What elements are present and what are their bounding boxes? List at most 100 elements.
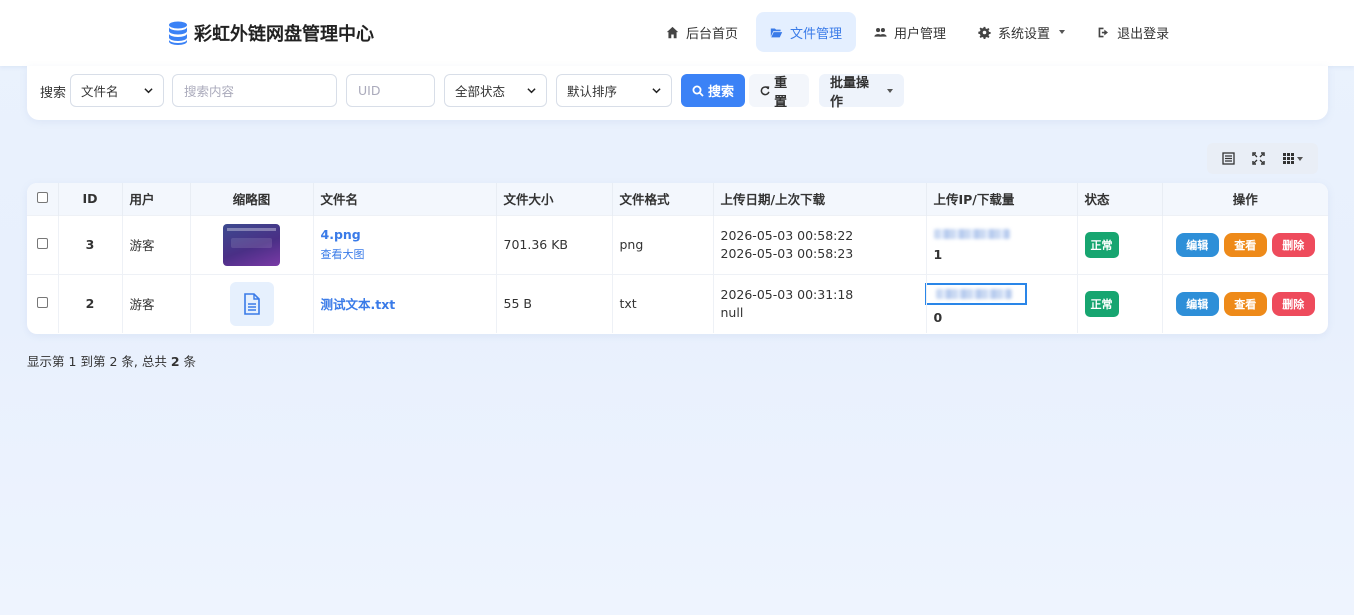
top-navbar: 彩虹外链网盘管理中心 后台首页 文件管理 用户管理 系统设置 退出登录 [0,0,1354,66]
toggle-list-view-button[interactable] [1215,146,1241,172]
nav-item-label: 后台首页 [686,26,739,42]
pagination-text: 条 [183,354,197,369]
status-select[interactable]: 全部状态 [444,74,547,107]
row-status: 正常 [1077,214,1163,274]
search-button[interactable]: 搜索 [681,74,745,107]
row-ip: 1 [926,214,1078,274]
header-id[interactable]: ID [58,183,123,215]
input-placeholder: UID [358,83,381,98]
brand[interactable]: 彩虹外链网盘管理中心 [168,20,374,46]
header-status[interactable]: 状态 [1077,183,1163,215]
row-name: 4.png 查看大图 [313,214,497,274]
pagination-text: 显示第 [27,354,65,369]
select-value: 默认排序 [567,84,618,99]
status-badge: 正常 [1084,290,1119,317]
view-button[interactable]: 查看 [1223,232,1267,257]
row-user: 游客 [122,214,191,274]
select-all-header [27,183,59,215]
blurred-ip [933,229,1010,239]
pagination-total: 2 [170,354,180,369]
chevron-down-icon [527,88,536,94]
header-size[interactable]: 文件大小 [496,183,613,215]
header-name[interactable]: 文件名 [313,183,497,215]
nav-item-users[interactable]: 用户管理 [860,12,960,52]
header-ip[interactable]: 上传IP/下载量 [926,183,1078,215]
search-keyword-input[interactable]: 搜索内容 [172,74,337,107]
view-button[interactable]: 查看 [1223,291,1267,316]
row-ops: 编辑 查看 删除 [1162,214,1328,274]
image-thumbnail[interactable] [223,223,280,266]
row-user: 游客 [122,273,191,333]
row-checkbox[interactable] [36,238,48,249]
row-format: png [612,214,714,274]
last-download-date: null [720,304,744,320]
nav-item-label: 系统设置 [998,26,1051,42]
row-thumb [190,273,314,333]
edit-button[interactable]: 编辑 [1175,291,1219,316]
header-thumb[interactable]: 缩略图 [190,183,314,215]
file-thumbnail[interactable] [229,281,274,326]
nav-item-settings[interactable]: 系统设置 [964,12,1079,52]
status-badge: 正常 [1084,231,1119,258]
table-toolbar [1207,143,1318,174]
file-name-link[interactable]: 4.png [321,227,489,242]
header-dates[interactable]: 上传日期/上次下载 [713,183,927,215]
row-size: 701.36 KB [496,214,613,274]
button-label: 搜索 [708,85,735,100]
row-id: 2 [58,273,123,333]
file-name-link[interactable]: 测试文本.txt [321,294,489,313]
row-checkbox[interactable] [36,297,48,309]
input-placeholder: 搜索内容 [184,84,235,99]
ip-focus-box[interactable] [924,282,1027,305]
search-panel: 搜索 文件名 搜索内容 UID 全部状态 默认排序 搜索 重置 批量操作 [27,66,1328,120]
nav-item-files[interactable]: 文件管理 [756,12,857,52]
home-icon [666,26,679,38]
last-download-date: 2026-05-03 00:58:23 [720,245,854,261]
search-field-select[interactable]: 文件名 [70,74,164,107]
select-value: 全部状态 [455,84,506,99]
delete-button[interactable]: 删除 [1271,291,1315,316]
table-row: 2 游客 测试文本.txt 55 B txt 2026-05-03 00:31:… [27,273,1328,333]
users-icon [874,27,887,37]
nav-menu: 后台首页 文件管理 用户管理 系统设置 退出登录 [652,12,1187,52]
nav-item-label: 退出登录 [1117,26,1170,42]
refresh-icon [760,86,770,96]
nav-item-home[interactable]: 后台首页 [652,12,752,52]
pagination-to: 2 [109,354,118,369]
list-view-icon [1222,152,1235,165]
pagination-text: 条, 总共 [121,354,167,369]
row-id: 3 [58,214,123,274]
nav-item-label: 用户管理 [894,26,947,42]
button-label: 重置 [774,75,788,110]
uid-input[interactable]: UID [346,74,435,107]
row-ops: 编辑 查看 删除 [1162,273,1328,333]
pagination-info: 显示第 1 到第 2 条, 总共 2 条 [27,351,196,370]
chevron-down-icon [652,88,661,94]
nav-item-logout[interactable]: 退出登录 [1083,12,1183,52]
button-label: 批量操作 [830,75,870,110]
download-count: 0 [933,309,943,325]
columns-icon [1283,153,1295,164]
row-name: 测试文本.txt [313,273,497,333]
columns-toggle-button[interactable] [1276,146,1310,172]
pagination-text: 到第 [80,354,106,369]
fullscreen-icon [1252,152,1265,165]
reset-button[interactable]: 重置 [749,74,809,110]
download-count: 1 [933,247,943,262]
row-dates: 2026-05-03 00:58:22 2026-05-03 00:58:23 [713,214,927,274]
batch-actions-button[interactable]: 批量操作 [819,74,904,110]
row-ip: 0 [924,273,1078,333]
caret-down-icon [1059,30,1066,34]
header-format[interactable]: 文件格式 [612,183,714,215]
sort-select[interactable]: 默认排序 [556,74,672,107]
sign-out-icon [1098,27,1109,37]
caret-down-icon [887,88,893,93]
gear-icon [978,26,991,39]
edit-button[interactable]: 编辑 [1175,232,1219,257]
select-all-checkbox[interactable] [36,192,48,204]
delete-button[interactable]: 删除 [1271,232,1315,257]
view-large-image-link[interactable]: 查看大图 [321,246,489,262]
header-user[interactable]: 用户 [122,183,191,215]
search-label: 搜索 [40,86,67,101]
fullscreen-button[interactable] [1245,146,1271,172]
